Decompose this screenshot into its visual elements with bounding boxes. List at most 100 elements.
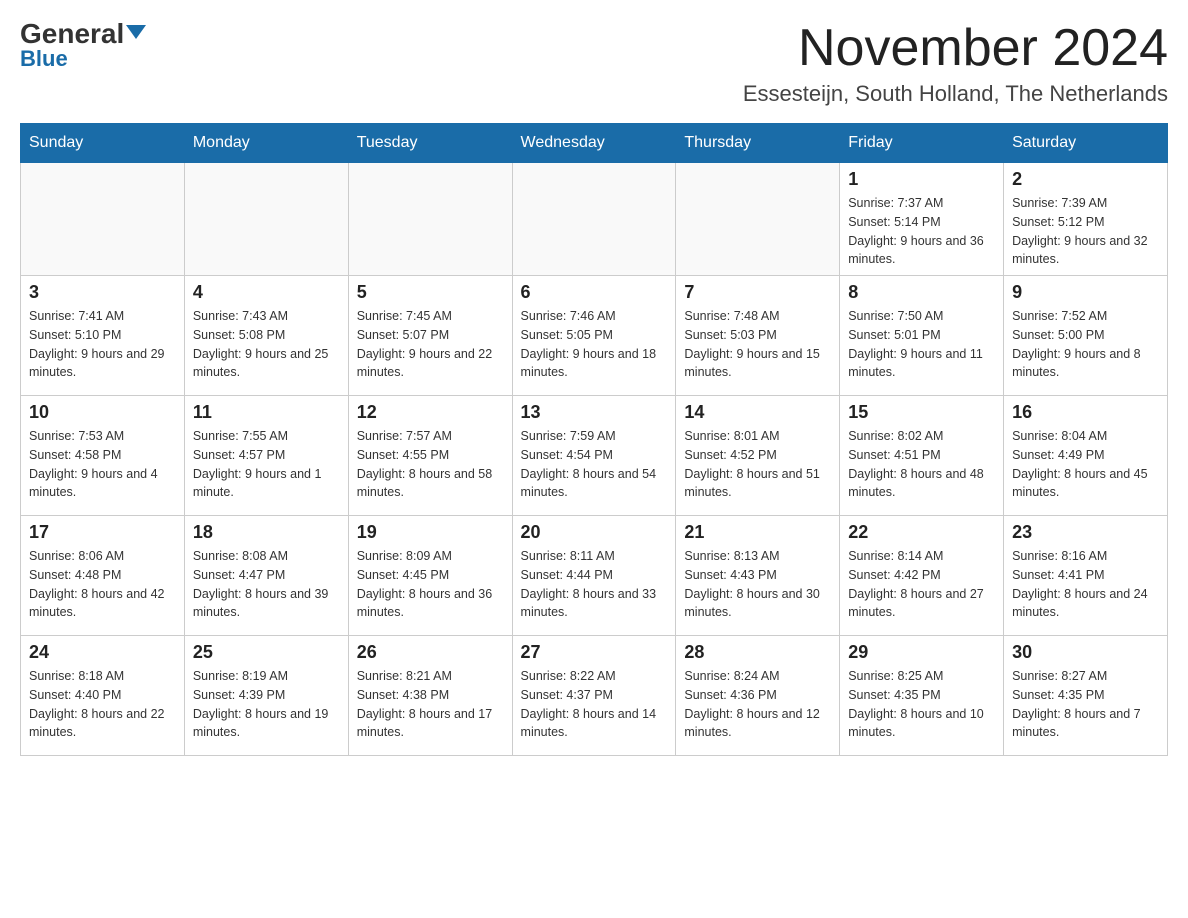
- day-info: Sunrise: 7:53 AM Sunset: 4:58 PM Dayligh…: [29, 427, 176, 502]
- calendar-header-row: SundayMondayTuesdayWednesdayThursdayFrid…: [21, 124, 1168, 163]
- calendar-cell: 6 Sunrise: 7:46 AM Sunset: 5:05 PM Daylig…: [512, 276, 676, 396]
- logo-blue: Blue: [20, 46, 68, 72]
- day-info: Sunrise: 8:01 AM Sunset: 4:52 PM Dayligh…: [684, 427, 831, 502]
- day-info: Sunrise: 7:41 AM Sunset: 5:10 PM Dayligh…: [29, 307, 176, 382]
- location-title: Essesteijn, South Holland, The Netherlan…: [743, 81, 1168, 107]
- day-info: Sunrise: 8:27 AM Sunset: 4:35 PM Dayligh…: [1012, 667, 1159, 742]
- day-number: 9: [1012, 282, 1159, 303]
- day-number: 10: [29, 402, 176, 423]
- calendar-header-monday: Monday: [184, 124, 348, 163]
- calendar-week-row: 24 Sunrise: 8:18 AM Sunset: 4:40 PM Dayli…: [21, 636, 1168, 756]
- calendar-header-friday: Friday: [840, 124, 1004, 163]
- calendar-cell: [348, 163, 512, 276]
- day-number: 11: [193, 402, 340, 423]
- day-info: Sunrise: 8:24 AM Sunset: 4:36 PM Dayligh…: [684, 667, 831, 742]
- day-info: Sunrise: 7:48 AM Sunset: 5:03 PM Dayligh…: [684, 307, 831, 382]
- month-title: November 2024: [743, 20, 1168, 77]
- calendar-header-thursday: Thursday: [676, 124, 840, 163]
- day-number: 5: [357, 282, 504, 303]
- calendar-cell: 2 Sunrise: 7:39 AM Sunset: 5:12 PM Daylig…: [1004, 163, 1168, 276]
- calendar-cell: 28 Sunrise: 8:24 AM Sunset: 4:36 PM Dayli…: [676, 636, 840, 756]
- calendar-cell: 5 Sunrise: 7:45 AM Sunset: 5:07 PM Daylig…: [348, 276, 512, 396]
- day-number: 28: [684, 642, 831, 663]
- day-number: 25: [193, 642, 340, 663]
- calendar-cell: 29Sunrise: 8:25 AM Sunset: 4:35 PM Dayli…: [840, 636, 1004, 756]
- logo-triangle-icon: [126, 25, 146, 39]
- calendar-cell: 12Sunrise: 7:57 AM Sunset: 4:55 PM Dayli…: [348, 396, 512, 516]
- day-number: 15: [848, 402, 995, 423]
- day-number: 20: [521, 522, 668, 543]
- day-number: 29: [848, 642, 995, 663]
- day-info: Sunrise: 7:55 AM Sunset: 4:57 PM Dayligh…: [193, 427, 340, 502]
- day-info: Sunrise: 8:08 AM Sunset: 4:47 PM Dayligh…: [193, 547, 340, 622]
- calendar-header-saturday: Saturday: [1004, 124, 1168, 163]
- day-number: 1: [848, 169, 995, 190]
- calendar-cell: 16 Sunrise: 8:04 AM Sunset: 4:49 PM Dayli…: [1004, 396, 1168, 516]
- day-number: 19: [357, 522, 504, 543]
- calendar-cell: 9Sunrise: 7:52 AM Sunset: 5:00 PM Daylig…: [1004, 276, 1168, 396]
- calendar-header-tuesday: Tuesday: [348, 124, 512, 163]
- calendar-week-row: 17Sunrise: 8:06 AM Sunset: 4:48 PM Dayli…: [21, 516, 1168, 636]
- day-number: 4: [193, 282, 340, 303]
- day-number: 18: [193, 522, 340, 543]
- day-number: 7: [684, 282, 831, 303]
- day-info: Sunrise: 8:21 AM Sunset: 4:38 PM Dayligh…: [357, 667, 504, 742]
- calendar-cell: 3Sunrise: 7:41 AM Sunset: 5:10 PM Daylig…: [21, 276, 185, 396]
- calendar-cell: 24 Sunrise: 8:18 AM Sunset: 4:40 PM Dayli…: [21, 636, 185, 756]
- day-number: 23: [1012, 522, 1159, 543]
- calendar-cell: 4Sunrise: 7:43 AM Sunset: 5:08 PM Daylig…: [184, 276, 348, 396]
- day-number: 16: [1012, 402, 1159, 423]
- day-number: 24: [29, 642, 176, 663]
- calendar-header-wednesday: Wednesday: [512, 124, 676, 163]
- day-info: Sunrise: 7:37 AM Sunset: 5:14 PM Dayligh…: [848, 194, 995, 269]
- calendar-cell: 8Sunrise: 7:50 AM Sunset: 5:01 PM Daylig…: [840, 276, 1004, 396]
- calendar-cell: 26 Sunrise: 8:21 AM Sunset: 4:38 PM Dayli…: [348, 636, 512, 756]
- calendar-cell: [21, 163, 185, 276]
- day-info: Sunrise: 7:57 AM Sunset: 4:55 PM Dayligh…: [357, 427, 504, 502]
- day-number: 6: [521, 282, 668, 303]
- calendar-cell: 13Sunrise: 7:59 AM Sunset: 4:54 PM Dayli…: [512, 396, 676, 516]
- day-info: Sunrise: 8:04 AM Sunset: 4:49 PM Dayligh…: [1012, 427, 1159, 502]
- calendar-header-sunday: Sunday: [21, 124, 185, 163]
- calendar-cell: 27Sunrise: 8:22 AM Sunset: 4:37 PM Dayli…: [512, 636, 676, 756]
- calendar-week-row: 10 Sunrise: 7:53 AM Sunset: 4:58 PM Dayli…: [21, 396, 1168, 516]
- day-number: 30: [1012, 642, 1159, 663]
- day-info: Sunrise: 8:06 AM Sunset: 4:48 PM Dayligh…: [29, 547, 176, 622]
- day-info: Sunrise: 8:16 AM Sunset: 4:41 PM Dayligh…: [1012, 547, 1159, 622]
- calendar-cell: 19Sunrise: 8:09 AM Sunset: 4:45 PM Dayli…: [348, 516, 512, 636]
- day-number: 22: [848, 522, 995, 543]
- day-info: Sunrise: 7:46 AM Sunset: 5:05 PM Dayligh…: [521, 307, 668, 382]
- calendar-cell: 1 Sunrise: 7:37 AM Sunset: 5:14 PM Daylig…: [840, 163, 1004, 276]
- calendar-cell: 22 Sunrise: 8:14 AM Sunset: 4:42 PM Dayli…: [840, 516, 1004, 636]
- page-header: General Blue November 2024 Essesteijn, S…: [20, 20, 1168, 107]
- calendar-cell: 21 Sunrise: 8:13 AM Sunset: 4:43 PM Dayli…: [676, 516, 840, 636]
- day-info: Sunrise: 7:45 AM Sunset: 5:07 PM Dayligh…: [357, 307, 504, 382]
- day-info: Sunrise: 8:18 AM Sunset: 4:40 PM Dayligh…: [29, 667, 176, 742]
- day-info: Sunrise: 7:39 AM Sunset: 5:12 PM Dayligh…: [1012, 194, 1159, 269]
- day-info: Sunrise: 8:19 AM Sunset: 4:39 PM Dayligh…: [193, 667, 340, 742]
- day-info: Sunrise: 8:02 AM Sunset: 4:51 PM Dayligh…: [848, 427, 995, 502]
- title-section: November 2024 Essesteijn, South Holland,…: [743, 20, 1168, 107]
- day-number: 2: [1012, 169, 1159, 190]
- calendar-cell: 30 Sunrise: 8:27 AM Sunset: 4:35 PM Dayli…: [1004, 636, 1168, 756]
- day-info: Sunrise: 8:13 AM Sunset: 4:43 PM Dayligh…: [684, 547, 831, 622]
- calendar-cell: 7 Sunrise: 7:48 AM Sunset: 5:03 PM Daylig…: [676, 276, 840, 396]
- day-number: 13: [521, 402, 668, 423]
- calendar-cell: [512, 163, 676, 276]
- calendar-week-row: 1 Sunrise: 7:37 AM Sunset: 5:14 PM Daylig…: [21, 163, 1168, 276]
- day-info: Sunrise: 8:11 AM Sunset: 4:44 PM Dayligh…: [521, 547, 668, 622]
- logo: General Blue: [20, 20, 146, 72]
- day-number: 21: [684, 522, 831, 543]
- calendar-cell: [184, 163, 348, 276]
- calendar-cell: 20 Sunrise: 8:11 AM Sunset: 4:44 PM Dayli…: [512, 516, 676, 636]
- calendar-cell: 18 Sunrise: 8:08 AM Sunset: 4:47 PM Dayli…: [184, 516, 348, 636]
- calendar-cell: 11 Sunrise: 7:55 AM Sunset: 4:57 PM Dayli…: [184, 396, 348, 516]
- day-info: Sunrise: 8:14 AM Sunset: 4:42 PM Dayligh…: [848, 547, 995, 622]
- day-number: 26: [357, 642, 504, 663]
- calendar-cell: 14 Sunrise: 8:01 AM Sunset: 4:52 PM Dayli…: [676, 396, 840, 516]
- day-number: 14: [684, 402, 831, 423]
- calendar-cell: 17Sunrise: 8:06 AM Sunset: 4:48 PM Dayli…: [21, 516, 185, 636]
- day-info: Sunrise: 7:50 AM Sunset: 5:01 PM Dayligh…: [848, 307, 995, 382]
- day-number: 27: [521, 642, 668, 663]
- calendar-cell: 10 Sunrise: 7:53 AM Sunset: 4:58 PM Dayli…: [21, 396, 185, 516]
